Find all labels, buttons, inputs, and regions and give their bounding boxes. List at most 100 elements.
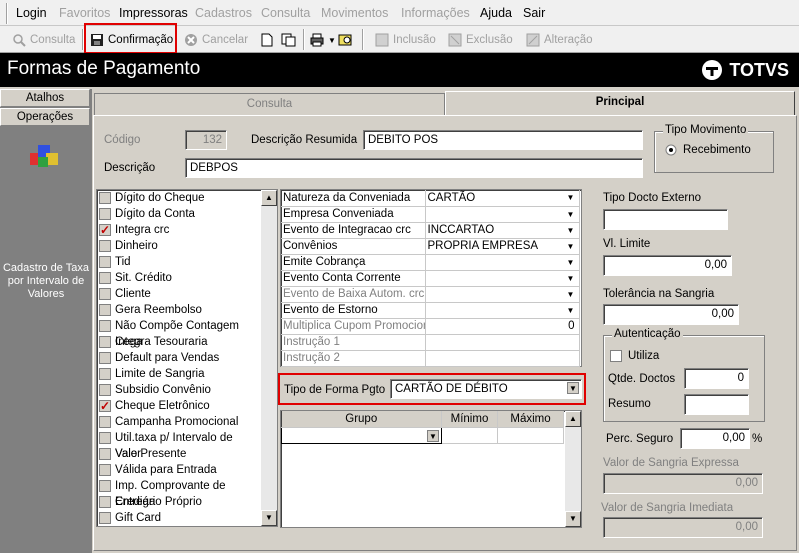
- checkbox-icon[interactable]: [99, 368, 111, 380]
- flag-row[interactable]: Sit. Crédito: [97, 270, 261, 286]
- checkbox-icon[interactable]: [99, 304, 111, 316]
- checkbox-icon[interactable]: [99, 416, 111, 428]
- property-value-cell[interactable]: ▼: [425, 206, 580, 223]
- sangria-imediata-field[interactable]: 0,00: [603, 517, 763, 538]
- exclusao-button[interactable]: Exclusão: [448, 30, 513, 50]
- vl-limite-field[interactable]: 0,00: [603, 255, 732, 276]
- flag-row[interactable]: ✓ Integra crc: [97, 222, 261, 238]
- flag-row[interactable]: Campanha Promocional: [97, 414, 261, 430]
- header-maximo[interactable]: Máximo: [497, 411, 564, 428]
- checkbox-icon[interactable]: [99, 432, 111, 444]
- property-value-cell[interactable]: [425, 350, 580, 367]
- descricao-field[interactable]: DEBPOS: [185, 158, 643, 178]
- flag-row[interactable]: Tid: [97, 254, 261, 270]
- property-row[interactable]: Multiplica Cupom Promocional 0: [281, 318, 580, 335]
- properties-grid[interactable]: Natureza da Conveniada CARTÃO ▼ Empresa Con…: [280, 189, 582, 367]
- flag-row[interactable]: Limite de Sangria: [97, 366, 261, 382]
- checkbox-icon[interactable]: [99, 256, 111, 268]
- menu-favoritos[interactable]: Favoritos: [59, 6, 110, 20]
- chevron-down-icon[interactable]: ▼: [565, 225, 577, 237]
- checkbox-icon[interactable]: [99, 480, 111, 492]
- flag-row[interactable]: Default para Vendas: [97, 350, 261, 366]
- chevron-down-icon[interactable]: ▼: [565, 241, 577, 253]
- menu-sair[interactable]: Sair: [523, 6, 545, 20]
- property-row[interactable]: Instrução 2: [281, 350, 580, 367]
- flag-row[interactable]: Imp. Comprovante de Entrega: [97, 478, 261, 508]
- property-value-cell[interactable]: PROPRIA EMPRESA ▼: [425, 238, 580, 255]
- checkbox-icon[interactable]: [99, 464, 111, 476]
- checkbox-icon[interactable]: [99, 272, 111, 284]
- grupo-scrollbar[interactable]: ▲ ▼: [565, 411, 581, 527]
- tab-consulta[interactable]: Consulta: [94, 93, 445, 115]
- flag-row[interactable]: Não Compõe Contagem Cega: [97, 318, 261, 348]
- shortcut-cadastro-taxa[interactable]: Cadastro de Taxa por Intervalo de Valore…: [2, 262, 90, 301]
- property-row[interactable]: Emite Cobrança ▼: [281, 254, 580, 271]
- menu-login[interactable]: Login: [16, 6, 47, 20]
- chevron-down-icon[interactable]: ▼: [565, 192, 577, 204]
- checkbox-icon[interactable]: [99, 384, 111, 396]
- resumo-field[interactable]: [684, 394, 749, 415]
- property-value-cell[interactable]: [425, 334, 580, 351]
- checkbox-icon[interactable]: [99, 208, 111, 220]
- checkbox-icon[interactable]: [99, 512, 111, 524]
- checkbox-icon[interactable]: [99, 288, 111, 300]
- menu-informacoes[interactable]: Informações: [401, 6, 470, 20]
- property-row[interactable]: Evento de Baixa Autom. crc ▼: [281, 286, 580, 303]
- property-row[interactable]: Evento Conta Corrente ▼: [281, 270, 580, 287]
- flag-row[interactable]: Dígito do Cheque: [97, 190, 261, 206]
- flag-row[interactable]: Integra Tesouraria: [97, 334, 261, 350]
- property-row[interactable]: Empresa Conveniada ▼: [281, 206, 580, 223]
- flag-row[interactable]: Subsidio Convênio: [97, 382, 261, 398]
- checkbox-icon[interactable]: [99, 496, 111, 508]
- menu-impressoras[interactable]: Impressoras: [119, 6, 188, 20]
- scroll-up-arrow[interactable]: ▲: [261, 190, 277, 206]
- flag-row[interactable]: Dinheiro: [97, 238, 261, 254]
- property-value-cell[interactable]: ▼: [425, 302, 580, 319]
- minimo-cell[interactable]: [441, 427, 498, 444]
- checkbox-icon[interactable]: [99, 336, 111, 348]
- menu-movimentos[interactable]: Movimentos: [321, 6, 388, 20]
- tipo-docto-field[interactable]: [603, 209, 728, 230]
- checkbox-icon[interactable]: [99, 320, 111, 332]
- header-minimo[interactable]: Mínimo: [441, 411, 498, 428]
- chevron-down-icon[interactable]: ▼: [427, 429, 439, 442]
- checkbox-checked-icon[interactable]: ✓: [99, 224, 111, 236]
- scroll-up-arrow[interactable]: ▲: [565, 411, 581, 427]
- property-row[interactable]: Evento de Estorno ▼: [281, 302, 580, 319]
- flag-row[interactable]: Válida para Entrada: [97, 462, 261, 478]
- grupo-cell[interactable]: ▼: [281, 426, 442, 444]
- new-document-button[interactable]: [260, 30, 274, 50]
- sangria-expressa-field[interactable]: 0,00: [603, 473, 763, 494]
- cancelar-button[interactable]: Cancelar: [184, 30, 248, 50]
- maximo-cell[interactable]: [497, 427, 564, 444]
- utiliza-checkbox[interactable]: Utiliza: [610, 350, 659, 362]
- property-value-cell[interactable]: INCCARTAO ▼: [425, 222, 580, 239]
- property-value-cell[interactable]: ▼: [425, 286, 580, 303]
- property-value-cell[interactable]: 0: [425, 318, 580, 335]
- flag-row[interactable]: Util.taxa p/ Intervalo de Valor.: [97, 430, 261, 460]
- consulta-button[interactable]: Consulta: [12, 30, 75, 50]
- search-record-button[interactable]: [338, 30, 352, 50]
- property-row[interactable]: Convênios PROPRIA EMPRESA ▼: [281, 238, 580, 255]
- chevron-down-icon[interactable]: ▼: [565, 273, 577, 285]
- checkbox-icon[interactable]: [99, 448, 111, 460]
- property-row[interactable]: Instrução 1: [281, 334, 580, 351]
- chevron-down-icon[interactable]: ▼: [565, 289, 577, 301]
- property-row[interactable]: Evento de Integracao crc INCCARTAO ▼: [281, 222, 580, 239]
- checkbox-icon[interactable]: [99, 352, 111, 364]
- tab-atalhos[interactable]: Atalhos: [0, 89, 90, 107]
- tab-operacoes[interactable]: Operações: [0, 108, 90, 126]
- property-value-cell[interactable]: CARTÃO ▼: [425, 190, 580, 207]
- property-row[interactable]: Natureza da Conveniada CARTÃO ▼: [281, 190, 580, 207]
- descricao-resumida-field[interactable]: DEBITO POS: [363, 130, 643, 150]
- inclusao-button[interactable]: Inclusão: [375, 30, 436, 50]
- print-button[interactable]: ▼: [310, 30, 336, 50]
- copy-document-button[interactable]: [281, 30, 296, 50]
- chevron-down-icon[interactable]: ▼: [565, 305, 577, 317]
- grupo-grid[interactable]: Grupo Mínimo Máximo ▼ ▲ ▼: [280, 410, 582, 528]
- qtde-doctos-field[interactable]: 0: [684, 368, 749, 389]
- checkbox-checked-icon[interactable]: ✓: [99, 400, 111, 412]
- cubes-icon[interactable]: [28, 139, 62, 174]
- menu-ajuda[interactable]: Ajuda: [480, 6, 512, 20]
- header-grupo[interactable]: Grupo: [281, 411, 442, 428]
